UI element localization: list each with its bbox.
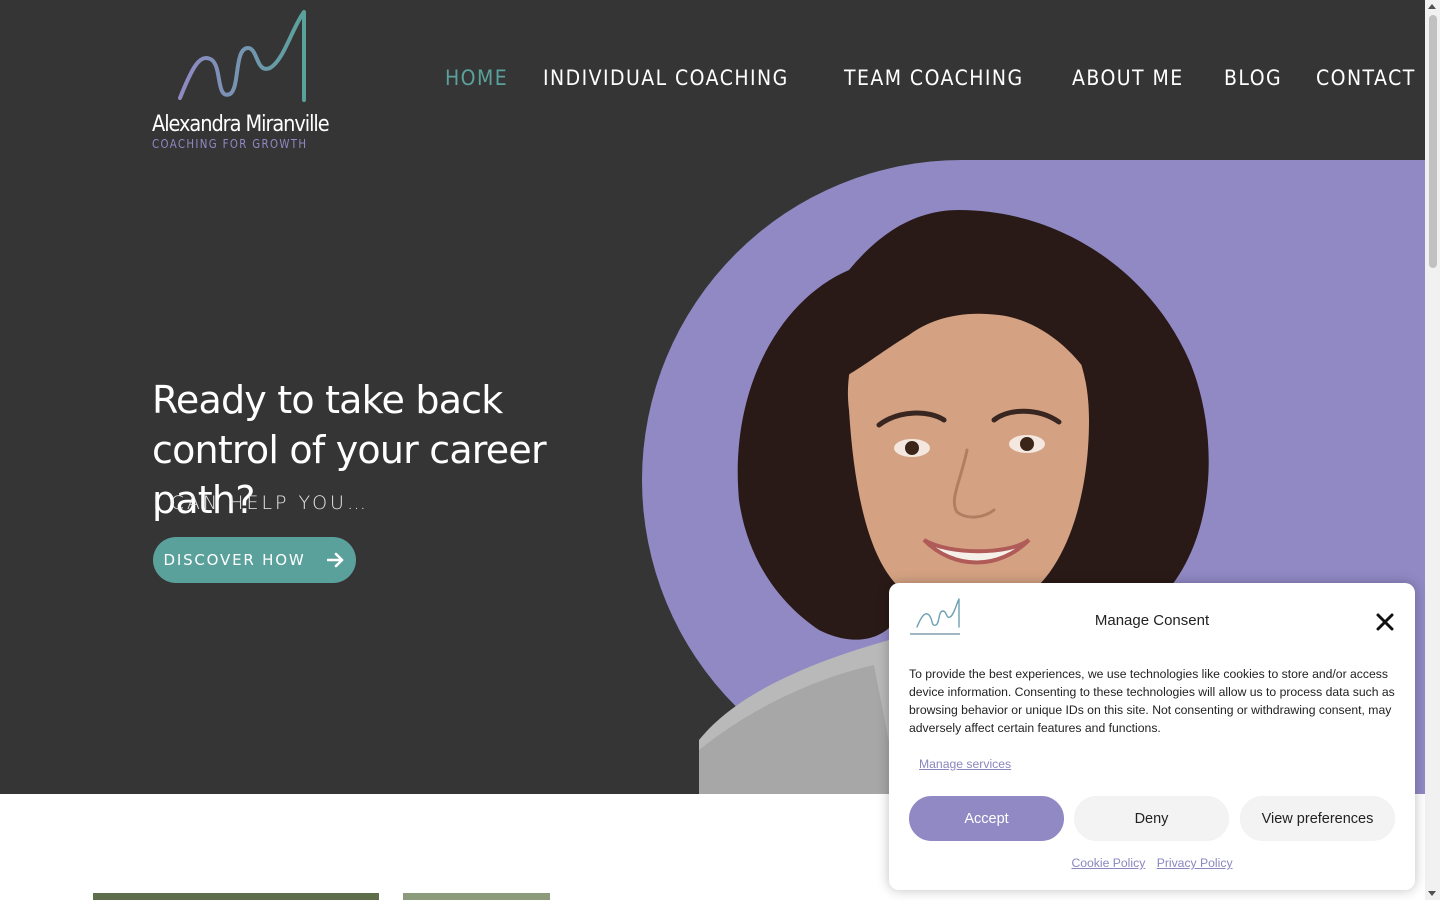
scrollbar[interactable] bbox=[1425, 0, 1440, 900]
consent-dialog: Manage Consent To provide the best exper… bbox=[889, 583, 1415, 890]
nav-home[interactable]: HOME bbox=[445, 66, 508, 90]
hero-subheading: I CAN HELP YOU… bbox=[153, 492, 369, 514]
view-preferences-button[interactable]: View preferences bbox=[1240, 796, 1395, 841]
site-logo[interactable]: Alexandra Miranville COACHING FOR GROWTH bbox=[152, 8, 337, 156]
consent-footer-links: Cookie Policy Privacy Policy bbox=[889, 856, 1415, 870]
consent-title: Manage Consent bbox=[1094, 612, 1210, 629]
section-image-1 bbox=[93, 893, 379, 900]
consent-body: To provide the best experiences, we use … bbox=[909, 667, 1395, 735]
logo-tagline: COACHING FOR GROWTH bbox=[152, 137, 308, 151]
nav-contact[interactable]: CONTACT bbox=[1316, 66, 1416, 90]
nav-team-coaching[interactable]: TEAM COACHING bbox=[844, 66, 1024, 90]
nav-individual-coaching[interactable]: INDIVIDUAL COACHING bbox=[543, 66, 789, 90]
discover-how-button[interactable]: DISCOVER HOW bbox=[153, 537, 356, 583]
logo-mark-icon bbox=[178, 10, 306, 102]
privacy-policy-link[interactable]: Privacy Policy bbox=[1157, 856, 1233, 870]
scrollbar-thumb[interactable] bbox=[1429, 15, 1437, 268]
cookie-policy-link[interactable]: Cookie Policy bbox=[1071, 856, 1145, 870]
close-icon[interactable] bbox=[1376, 613, 1394, 631]
main-nav: HOME INDIVIDUAL COACHING TEAM COACHING A… bbox=[445, 66, 1415, 90]
nav-blog[interactable]: BLOG bbox=[1224, 66, 1282, 90]
logo-name: Alexandra Miranville bbox=[152, 112, 330, 137]
discover-how-label: DISCOVER HOW bbox=[163, 551, 306, 569]
manage-services-link[interactable]: Manage services bbox=[919, 757, 1011, 771]
nav-about-me[interactable]: ABOUT ME bbox=[1072, 66, 1184, 90]
scroll-down-arrow-icon[interactable] bbox=[1428, 891, 1436, 896]
section-image-2 bbox=[403, 893, 550, 900]
scroll-up-arrow-icon[interactable] bbox=[1428, 4, 1436, 9]
deny-button[interactable]: Deny bbox=[1074, 796, 1229, 841]
accept-button[interactable]: Accept bbox=[909, 796, 1064, 841]
arrow-right-icon bbox=[327, 552, 344, 568]
